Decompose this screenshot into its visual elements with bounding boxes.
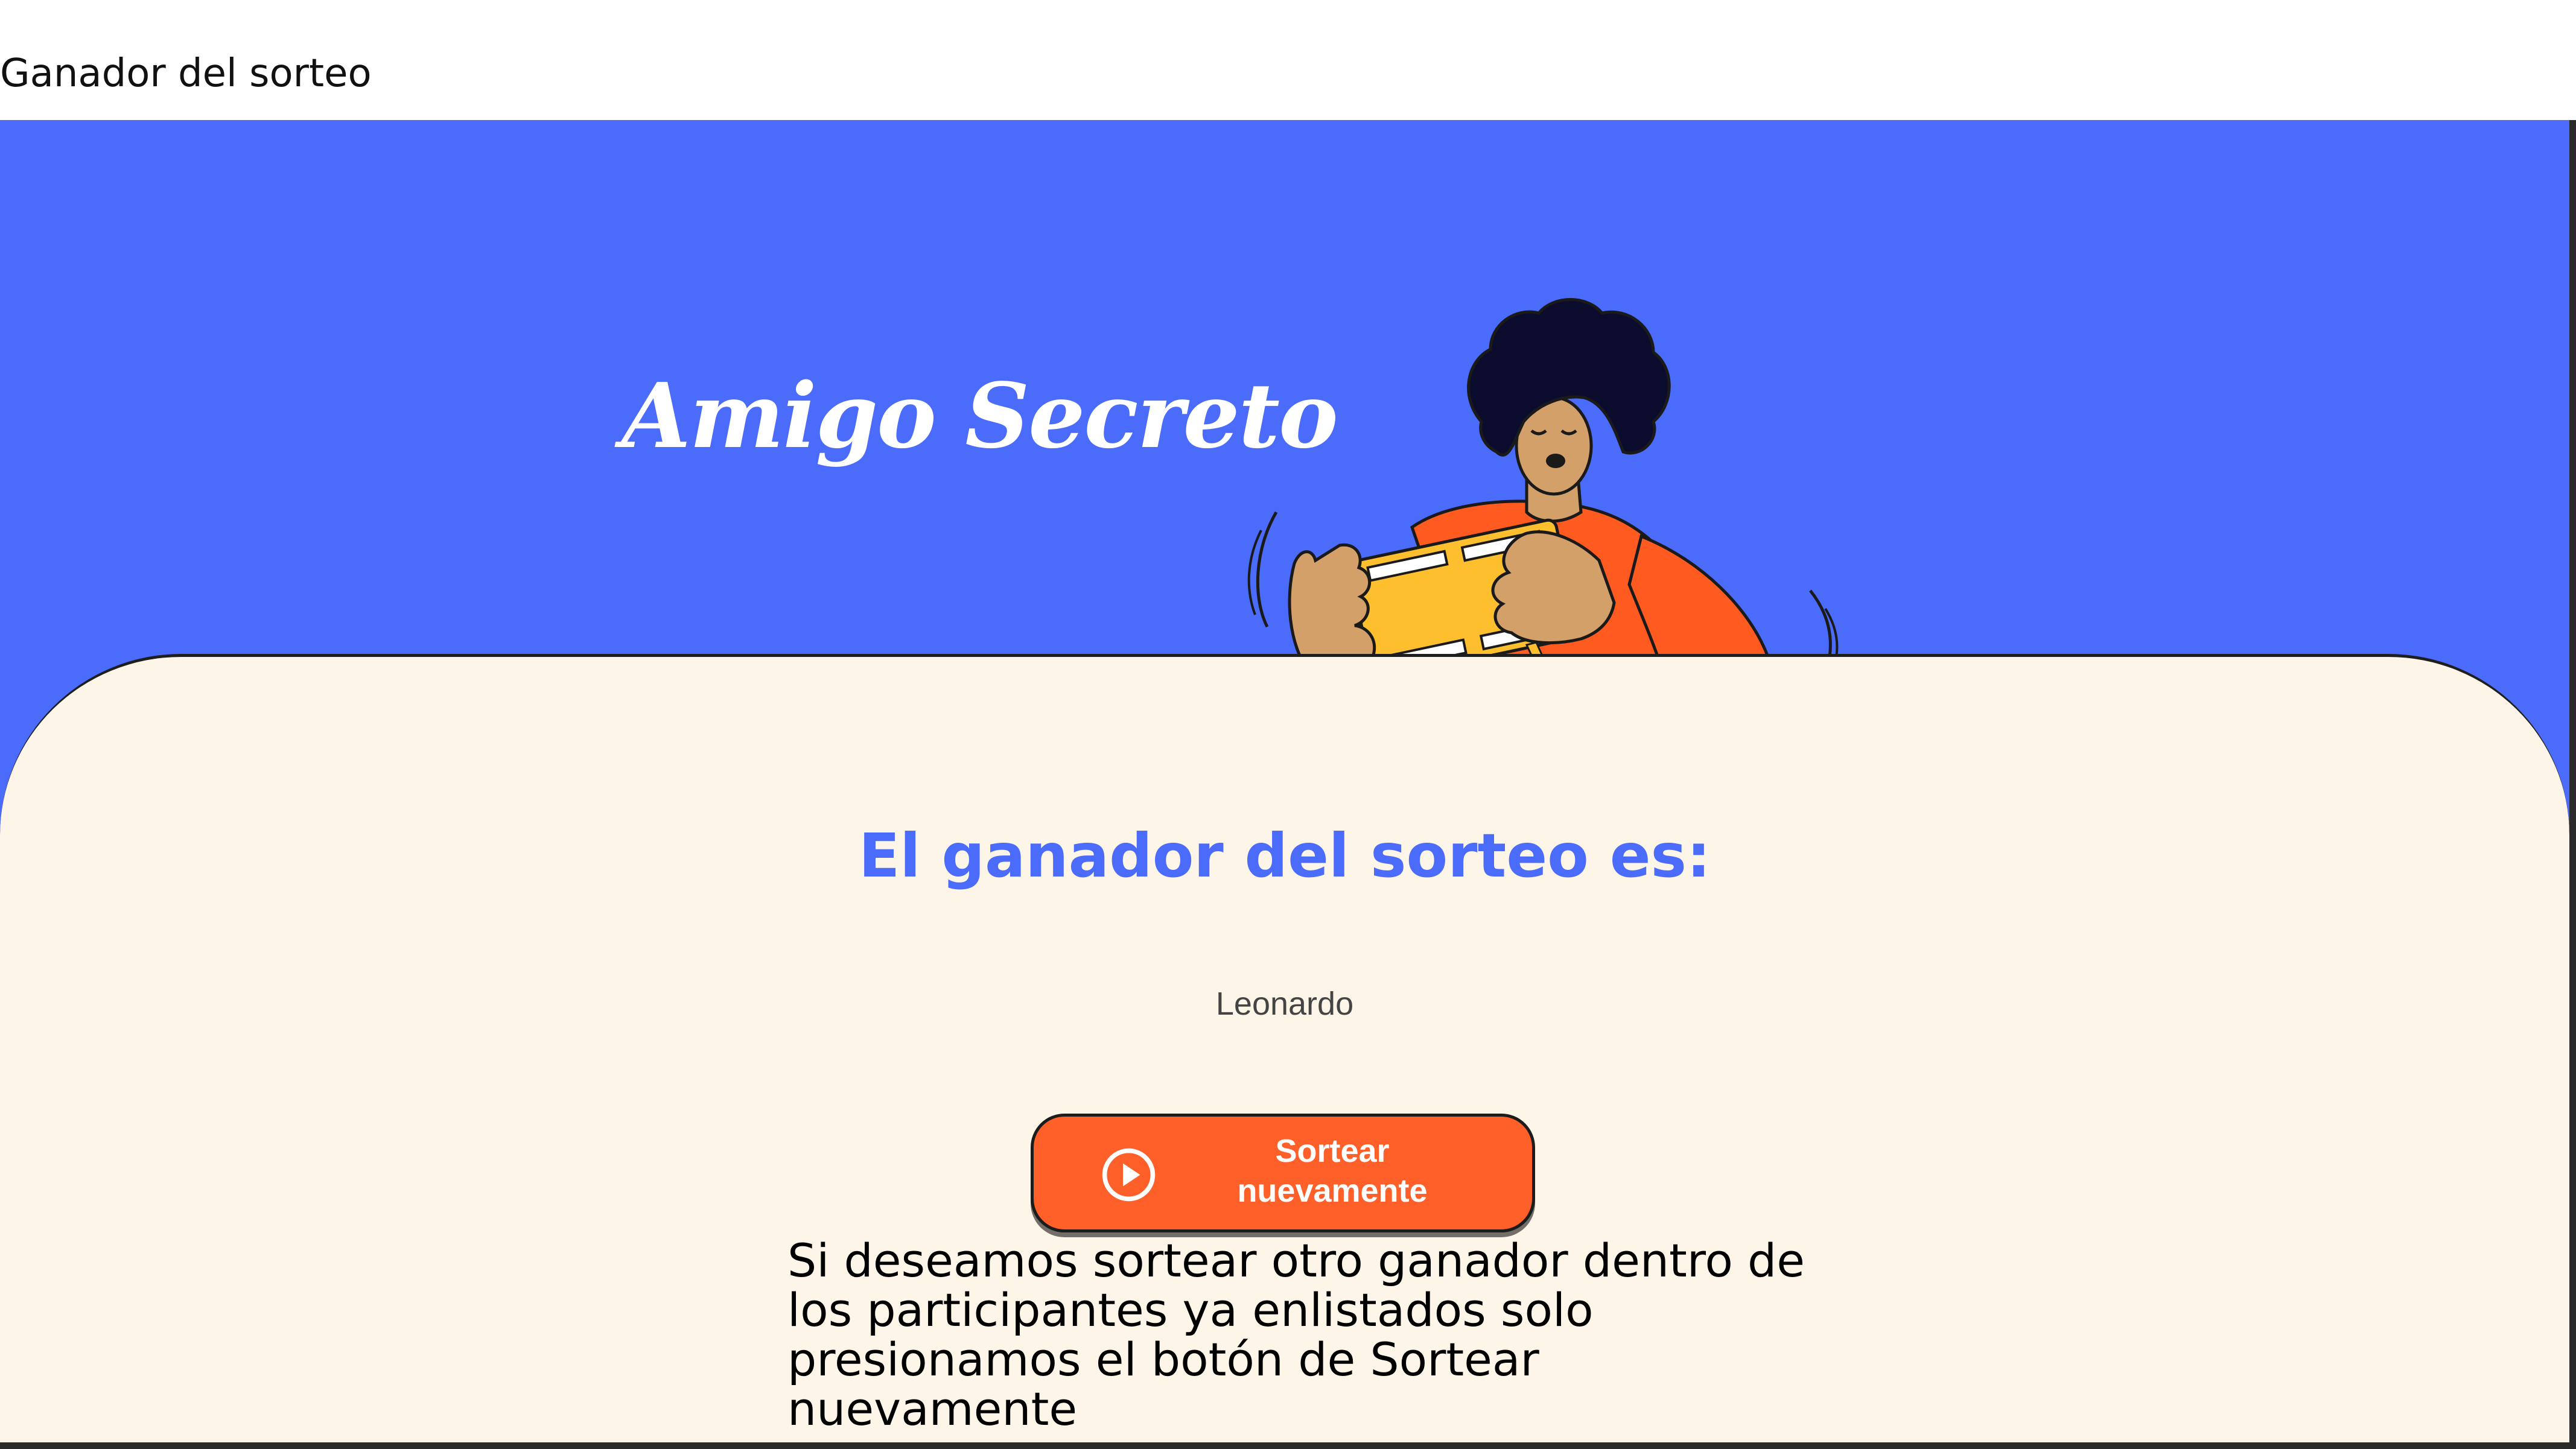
winner-name: Leonardo — [1215, 986, 1354, 1022]
play-circle-icon — [1102, 1148, 1156, 1202]
result-panel: El ganador del sorteo es: Leonardo Sorte… — [0, 654, 2569, 1442]
page-caption: Ganador del sorteo — [0, 51, 372, 96]
result-heading: El ganador del sorteo es: — [858, 820, 1711, 891]
redraw-button[interactable]: Sortear nuevamente — [1031, 1114, 1535, 1232]
hero-title: Amigo Secreto — [622, 363, 1338, 468]
app-frame: Amigo Secreto El ganador del sorteo es: … — [0, 120, 2576, 1449]
help-text: Si deseamos sortear otro ganador dentro … — [787, 1234, 1805, 1436]
redraw-button-label: Sortear nuevamente — [1237, 1133, 1428, 1209]
